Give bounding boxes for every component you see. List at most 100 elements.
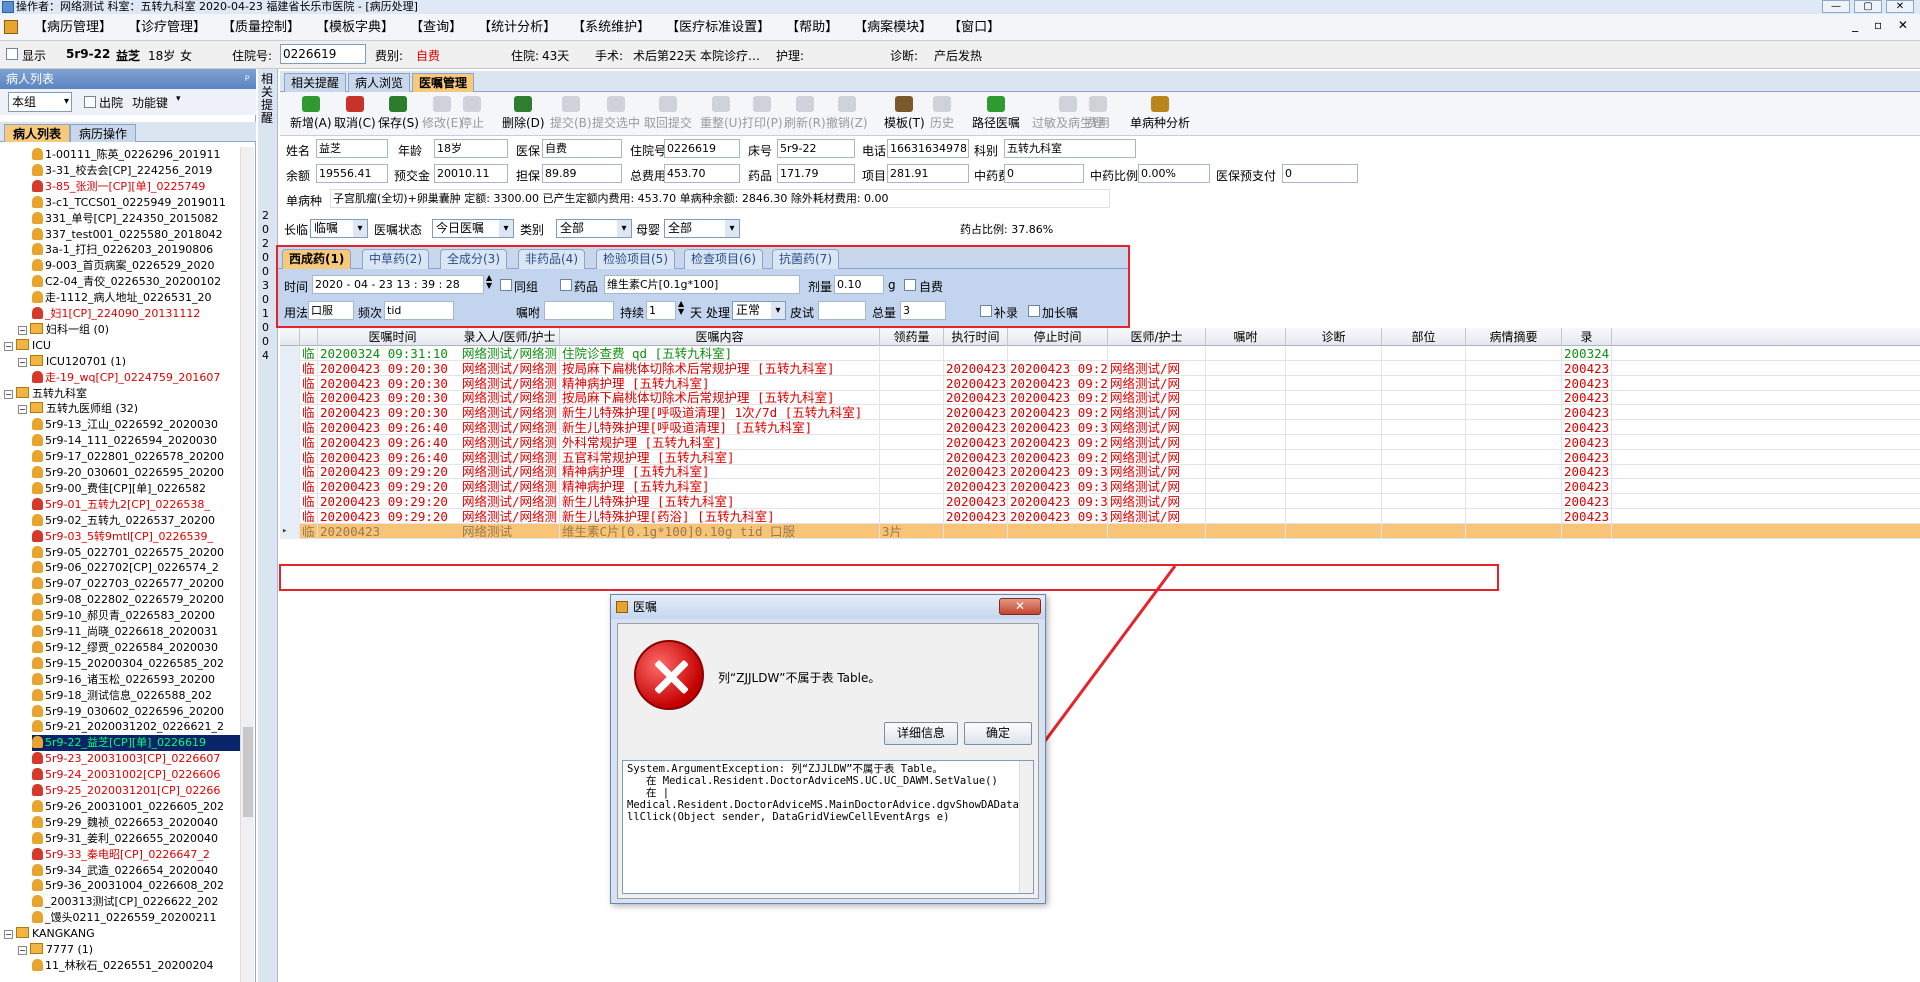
patient-tree-item[interactable]: 5r9-23_20031003[CP]_0226607 bbox=[32, 751, 240, 767]
toolbar-button-11[interactable]: 打印(P) bbox=[742, 96, 783, 131]
order-row[interactable]: ▸ 临 20200423 网络测试 维生素C片[0.1g*100]0.10g tid 口… bbox=[280, 523, 1920, 539]
patient-tree-item[interactable]: 5r9-29_魏祯_0226653_2020040 bbox=[32, 815, 240, 831]
same-group-checkbox[interactable] bbox=[500, 279, 512, 291]
col-instruction-header[interactable]: 嘱咐 bbox=[1206, 328, 1286, 346]
patient-tree-item[interactable]: 走-1112_病人地址_0226531_20 bbox=[32, 290, 240, 306]
tab-non-drug[interactable]: 非药品(4) bbox=[518, 249, 585, 269]
tab-herbal-medicine[interactable]: 中草药(2) bbox=[362, 249, 429, 269]
col-dispense-qty-header[interactable]: 领药量 bbox=[880, 328, 944, 346]
patient-tree-item[interactable]: _200313测试[CP]_0226622_202 bbox=[32, 894, 240, 910]
order-row[interactable]: 临 20200423 09:29:20 网络测试/网络测 精神病护理 [五转九科室] 2… bbox=[280, 479, 1920, 495]
patient-tree-item[interactable]: 5r9-24_20031002[CP]_0226606 bbox=[32, 767, 240, 783]
insurance-prepay-field[interactable]: 0 bbox=[1282, 164, 1358, 183]
detail-scrollbar[interactable] bbox=[1019, 761, 1033, 893]
order-row[interactable]: 临 20200423 09:20:30 网络测试/网络测 精神病护理 [五转九科室] 2… bbox=[280, 375, 1920, 391]
mother-baby-select[interactable]: 全部 bbox=[664, 219, 740, 238]
patient-tree-item[interactable]: 5r9-11_尚晓_0226618_2020031 bbox=[32, 624, 240, 640]
menu-quality[interactable]: 【质量控制】 bbox=[214, 14, 308, 41]
guarantee-field[interactable]: 89.89 bbox=[542, 164, 622, 183]
col-stop-time-header[interactable]: 停止时间 bbox=[1008, 328, 1108, 346]
mdi-window-controls[interactable]: _ ▫ ✕ bbox=[1852, 18, 1914, 32]
toolbar-button-8[interactable]: 提交选中 bbox=[592, 96, 640, 131]
tree-group-node[interactable]: − 五转九医师组 (32) bbox=[18, 401, 240, 417]
duration-input[interactable]: 1 bbox=[646, 301, 676, 320]
patient-tree-item[interactable]: 5r9-22_益芝[CP][单]_0226619 bbox=[32, 735, 240, 752]
patient-tree-item[interactable]: 5r9-07_022703_0226577_20200 bbox=[32, 576, 240, 592]
inpatient-no-field[interactable]: 0226619 bbox=[664, 139, 740, 158]
patient-tree-item[interactable]: 5r9-31_姜利_0226655_2020040 bbox=[32, 831, 240, 847]
patient-tree-item[interactable]: 5r9-14_111_0226594_2020030 bbox=[32, 433, 240, 449]
patient-tree-item[interactable]: 5r9-06_022702[CP]_0226574_2 bbox=[32, 560, 240, 576]
tree-group-node[interactable]: − 五转九科室 bbox=[4, 386, 240, 402]
patient-tree-item[interactable]: 5r9-25_2020031201[CP]_02266 bbox=[32, 783, 240, 799]
patient-tree-item[interactable]: 5r9-13_江山_0226592_2020030 bbox=[32, 417, 240, 433]
patient-tree-item[interactable]: 5r9-36_20031004_0226608_202 bbox=[32, 878, 240, 894]
menu-window[interactable]: 【窗口】 bbox=[940, 14, 1008, 41]
patient-tree-item[interactable]: 3-31_校去会[CP]_224256_2019 bbox=[32, 163, 240, 179]
col-doctor-nurse-header[interactable]: 医师/护士 bbox=[1108, 328, 1206, 346]
patient-tree-item[interactable]: 5r9-02_五转九_0226537_20200 bbox=[32, 513, 240, 529]
toolbar-button-5[interactable]: 停止 bbox=[460, 96, 484, 131]
collapse-toggle-icon[interactable]: − bbox=[18, 946, 27, 955]
order-row[interactable]: 临 20200423 09:26:40 网络测试/网络测 新生儿特殊护理[呼吸道清理]… bbox=[280, 420, 1920, 435]
col-condition-summary-header[interactable]: 病情摘要 bbox=[1466, 328, 1562, 346]
self-pay-checkbox[interactable] bbox=[904, 279, 916, 291]
insurance-field[interactable]: 自费 bbox=[542, 139, 622, 158]
collapse-toggle-icon[interactable]: − bbox=[4, 930, 13, 940]
patient-tree-item[interactable]: 5r9-33_秦电昭[CP]_0226647_2 bbox=[32, 847, 240, 863]
menu-diagnosis[interactable]: 【诊疗管理】 bbox=[120, 14, 214, 41]
col-record-header[interactable]: 录 bbox=[1562, 328, 1612, 346]
patient-tree-item[interactable]: 5r9-01_五转九2[CP]_0226538_ bbox=[32, 497, 240, 513]
toolbar-button-4[interactable]: 修改(E) bbox=[422, 96, 463, 131]
tab-order-management[interactable]: 医嘱管理 bbox=[412, 73, 475, 92]
ok-button[interactable]: 确定 bbox=[964, 722, 1032, 745]
instruction-input[interactable] bbox=[544, 301, 614, 320]
group-select[interactable]: 本组 bbox=[8, 92, 72, 112]
patient-tree-item[interactable]: 5r9-16_诸玉松_0226593_20200 bbox=[32, 672, 240, 688]
details-button[interactable]: 详细信息 bbox=[884, 722, 958, 745]
drug-checkbox[interactable] bbox=[560, 279, 572, 291]
dialog-close-button[interactable]: ✕ bbox=[999, 598, 1041, 615]
patient-tree-item[interactable]: 331_单号[CP]_224350_2015082 bbox=[32, 211, 240, 227]
chevron-down-icon[interactable]: ▾ bbox=[176, 94, 181, 104]
patient-tree-item[interactable]: 5r9-18_测试信息_0226588_202 bbox=[32, 688, 240, 704]
patient-tree-item[interactable]: 5r9-19_030602_0226596_20200 bbox=[32, 704, 240, 720]
side-reminder-tab[interactable]: 相关提醒 20200301004 bbox=[258, 69, 278, 982]
menu-case-module[interactable]: 【病案模块】 bbox=[846, 14, 940, 41]
toolbar-button-2[interactable]: 取消(C) bbox=[334, 96, 376, 131]
item-cost-field[interactable]: 281.91 bbox=[887, 164, 969, 183]
minimize-button[interactable]: — bbox=[1822, 0, 1850, 13]
col-order-time-header[interactable]: 医嘱时间 bbox=[318, 328, 468, 346]
patient-tree-item[interactable]: 5r9-12_缪贾_0226584_2020030 bbox=[32, 640, 240, 656]
frequency-input[interactable]: tid bbox=[384, 301, 454, 320]
drug-cost-field[interactable]: 171.79 bbox=[777, 164, 855, 183]
order-row[interactable]: 临 20200324 09:31:10 网络测试/网络测 住院诊查费 qd [五转九科… bbox=[280, 346, 1920, 361]
process-select[interactable]: 正常 bbox=[732, 301, 786, 320]
category-select[interactable]: 全部 bbox=[556, 219, 632, 238]
tree-group-node[interactable]: − 妇科一组 (0) bbox=[18, 322, 240, 338]
patient-tree-item[interactable]: 5r9-34_武造_0226654_2020040 bbox=[32, 863, 240, 879]
menu-help[interactable]: 【帮助】 bbox=[778, 14, 846, 41]
patient-tree-item[interactable]: 5r9-08_022802_0226579_20200 bbox=[32, 592, 240, 608]
function-key-menu[interactable]: 功能键 bbox=[132, 94, 168, 111]
toolbar-button-18[interactable]: 费用 bbox=[1086, 96, 1110, 131]
exception-detail-text[interactable]: System.ArgumentException: 列“ZJJLDW”不属于表 … bbox=[622, 760, 1034, 894]
toolbar-button-13[interactable]: 撤销(Z) bbox=[826, 96, 868, 131]
patient-tree-item[interactable]: 5r9-05_022701_0226575_20200 bbox=[32, 545, 240, 561]
patient-tree-scrollbar[interactable] bbox=[240, 147, 254, 982]
patient-tree-item[interactable]: 5r9-03_5转9mtl[CP]_0226539_ bbox=[32, 529, 240, 545]
patient-tree-item[interactable]: 1-00111_陈英_0226296_201911 bbox=[32, 147, 240, 163]
tree-group-node[interactable]: − ICU bbox=[4, 338, 240, 354]
order-time-field[interactable]: 2020 - 04 - 23 13 : 39 : 28 bbox=[312, 275, 484, 294]
order-row[interactable]: 临 20200423 09:29:20 网络测试/网络测 新生儿特殊护理[药浴] [五… bbox=[280, 508, 1920, 524]
order-type-select[interactable]: 临嘱 bbox=[310, 219, 368, 238]
patient-tree-item[interactable]: 5r9-17_022801_0226578_20200 bbox=[32, 449, 240, 465]
patient-tree-item[interactable]: 5r9-10_郝贝青_0226583_20200 bbox=[32, 608, 240, 624]
patient-tree-item[interactable]: 5r9-21_2020031202_0226621_2 bbox=[32, 719, 240, 735]
patient-tree-item[interactable]: 5r9-26_20031001_0226605_202 bbox=[32, 799, 240, 815]
patient-tree-item[interactable]: 5r9-15_20200304_0226585_202 bbox=[32, 656, 240, 672]
department-field[interactable]: 五转九科室 bbox=[1004, 139, 1136, 158]
tab-exam-items[interactable]: 检查项目(6) bbox=[684, 249, 763, 269]
tab-patient-browse[interactable]: 病人浏览 bbox=[348, 73, 411, 92]
patient-tree-item[interactable]: 3a-1_打扫_0226203_20190806 bbox=[32, 242, 240, 258]
